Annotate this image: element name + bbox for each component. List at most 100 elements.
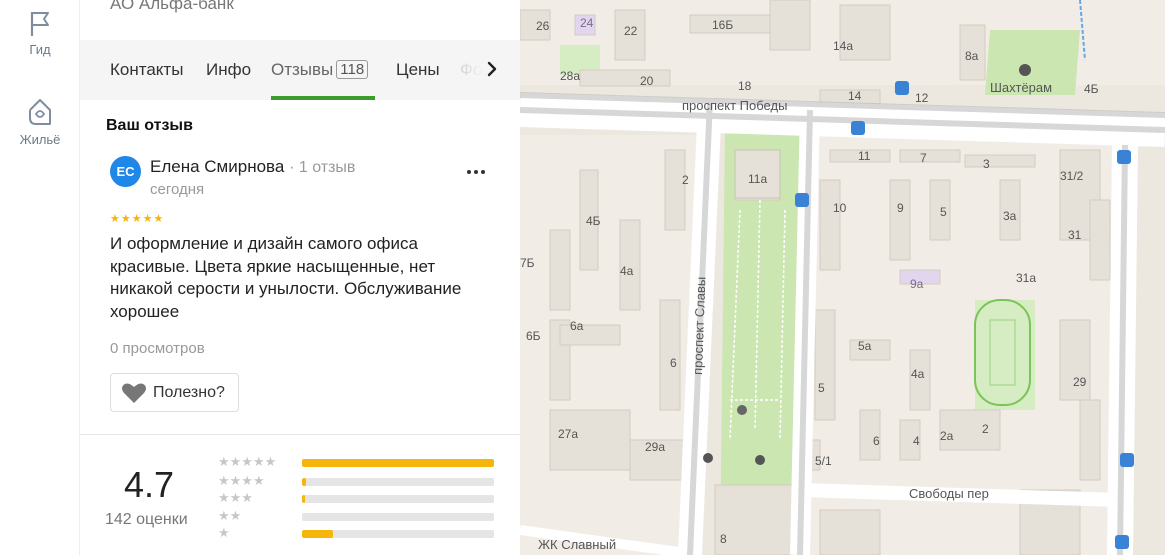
review-stars: ★★★★★ [110,213,165,225]
rating-row-stars: ★ [218,525,230,540]
rating-count: 142 оценки [105,511,188,528]
review-date: сегодня [150,181,205,198]
place-label-shakhteram: Шахтёрам [990,80,1052,95]
divider [80,434,520,435]
rail-guide-label: Гид [29,42,51,57]
avatar[interactable]: ЕС [110,156,141,187]
svg-text:2: 2 [682,173,689,187]
review-author[interactable]: Елена Смирнова · 1 отзыв [150,157,355,177]
rating-row-bar [302,478,494,486]
landmark-icon[interactable] [703,453,713,463]
place-label-zhk: ЖК Славный [538,537,616,552]
svg-text:27а: 27а [558,427,578,441]
rating-row-fill [302,530,333,538]
svg-text:8: 8 [720,532,727,546]
fountain-icon[interactable] [737,405,747,415]
rating-row-bar [302,459,494,467]
svg-text:4а: 4а [620,264,634,278]
rating-row: ★★★★★ [218,454,498,470]
svg-text:24: 24 [580,16,594,30]
svg-text:5: 5 [940,205,947,219]
svg-text:31а: 31а [1016,271,1036,285]
tab-contacts[interactable]: Контакты [110,60,183,80]
svg-text:5: 5 [818,381,825,395]
svg-text:2: 2 [982,422,989,436]
rating-row-bar [302,530,494,538]
svg-text:29: 29 [1073,375,1087,389]
tab-prices[interactable]: Цены [396,60,440,80]
tab-reviews-label: Отзывы [271,60,334,79]
tabs-fade [444,40,484,100]
svg-text:7: 7 [920,151,927,165]
flag-icon [30,12,49,36]
svg-text:11: 11 [858,149,871,163]
svg-text:31/2: 31/2 [1060,169,1084,183]
svg-text:31: 31 [1068,228,1082,242]
svg-text:10: 10 [833,201,847,215]
rating-row-stars: ★★★ [218,490,253,505]
svg-text:9а: 9а [910,277,924,291]
svg-text:4Б: 4Б [1084,82,1099,96]
tab-info[interactable]: Инфо [206,60,251,80]
rating-row-stars: ★★★★★ [218,454,277,469]
svg-text:8а: 8а [965,49,979,63]
author-name[interactable]: Елена Смирнова [150,157,284,176]
org-name: АО Альфа-банк [110,0,234,13]
svg-text:6Б: 6Б [526,329,541,343]
svg-text:14: 14 [848,89,862,103]
rail-housing[interactable]: Жильё [0,96,80,147]
rating-row: ★★ [218,508,498,524]
street-label-svobody: Свободы пер [909,486,989,501]
rating-row-fill [302,478,306,486]
svg-text:7Б: 7Б [520,256,535,270]
rating-row-stars: ★★★★ [218,473,265,488]
rating-row-fill [302,459,494,467]
rating-row: ★★★★ [218,473,498,489]
svg-text:28а: 28а [560,69,580,83]
svg-text:6а: 6а [570,319,584,333]
tabs-bar: Контакты Инфо Отзывы118 Цены Фо [80,40,520,100]
tab-reviews[interactable]: Отзывы 118 [271,60,369,80]
map[interactable]: 26 24 22 16Б 14а 8а 28а 20 18 14 12 4Б 11 7 3 11а 2… [520,0,1165,555]
svg-text:3: 3 [983,157,990,171]
rating-row-stars: ★★ [218,508,242,523]
svg-text:14а: 14а [833,39,853,53]
rating-value: 4.7 [124,464,175,505]
svg-text:4Б: 4Б [586,214,601,228]
helpful-button[interactable]: Полезно? [110,373,239,412]
street-label-pobedy: проспект Победы [682,98,787,113]
svg-text:11а: 11а [748,172,767,186]
rating-row-bar [302,513,494,521]
map-canvas[interactable]: 26 2422 16Б14а8а 28а 20 18 14 124Б 11 7 3 11а2… [520,0,1165,555]
helpful-label: Полезно? [153,383,225,401]
author-review-count: · 1 отзыв [289,159,356,176]
rating-row-fill [302,495,305,503]
svg-text:26: 26 [536,19,550,33]
svg-text:29а: 29а [645,440,665,454]
svg-text:16Б: 16Б [712,18,733,32]
svg-text:2а: 2а [940,429,954,443]
svg-text:3а: 3а [1003,209,1017,223]
tab-reviews-badge: 118 [336,60,369,79]
chevron-right-icon[interactable] [482,58,502,80]
svg-text:6: 6 [873,434,880,448]
organization-panel: АО Альфа-банк Контакты Инфо Отзывы 118 Це… [80,0,520,555]
svg-text:12: 12 [915,91,929,105]
rating-row: ★ [218,525,498,541]
svg-text:18: 18 [738,79,752,93]
svg-text:5/1: 5/1 [815,454,832,468]
house-icon [29,99,51,125]
svg-text:5а: 5а [858,339,872,353]
review-views: 0 просмотров [110,340,205,357]
heart-icon [122,382,146,403]
svg-text:4а: 4а [911,367,925,381]
svg-text:20: 20 [640,74,654,88]
review-text: И оформление и дизайн самого офиса краси… [110,234,462,321]
monument-icon[interactable] [1019,64,1031,76]
microphone-icon[interactable] [755,455,765,465]
left-rail: Гид Жильё [0,0,80,555]
active-tab-indicator [271,96,375,100]
your-review-title: Ваш отзыв [106,117,193,134]
more-options-button[interactable] [463,160,489,184]
rail-guide[interactable]: Гид [0,10,80,57]
